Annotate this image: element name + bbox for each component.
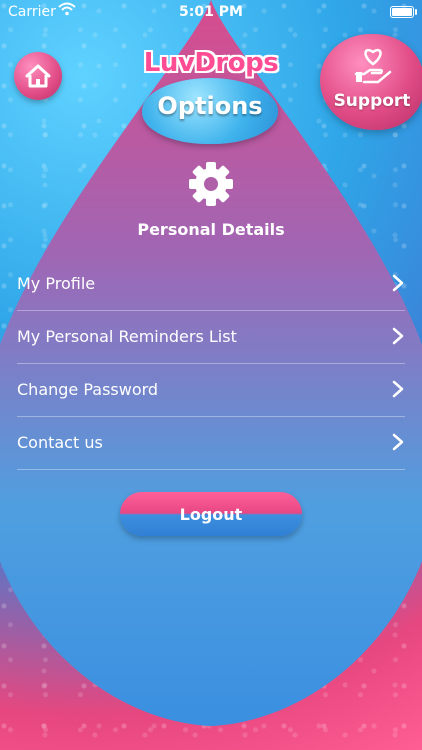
section-title: Personal Details <box>137 220 285 239</box>
home-button[interactable] <box>14 52 62 100</box>
app-logo: LuvDrops Options <box>136 48 286 148</box>
chevron-right-icon <box>392 327 404 345</box>
menu-item-contact-us[interactable]: Contact us <box>17 417 405 470</box>
chevron-right-icon <box>392 274 404 292</box>
menu-item-label: My Profile <box>17 274 96 293</box>
chevron-right-icon <box>392 433 404 451</box>
menu-item-label: Contact us <box>17 433 103 452</box>
battery-icon <box>390 6 417 18</box>
menu-item-label: Change Password <box>17 380 159 399</box>
menu-item-my-profile[interactable]: My Profile <box>17 258 405 311</box>
page-title: Options <box>157 92 263 120</box>
brand-name: LuvDrops <box>143 48 279 78</box>
chevron-right-icon <box>392 380 404 398</box>
menu-item-reminders-list[interactable]: My Personal Reminders List <box>17 311 405 364</box>
support-label: Support <box>333 91 411 111</box>
options-menu: My Profile My Personal Reminders List Ch… <box>0 258 422 470</box>
status-bar: Carrier 5:01 PM <box>0 0 422 24</box>
home-icon <box>25 64 51 88</box>
gear-icon <box>189 162 233 206</box>
menu-item-label: My Personal Reminders List <box>17 327 237 346</box>
menu-item-change-password[interactable]: Change Password <box>17 364 405 417</box>
support-button[interactable]: Support <box>320 34 422 130</box>
logout-button[interactable]: Logout <box>120 492 302 536</box>
heart-hand-icon <box>354 48 392 84</box>
clock: 5:01 PM <box>179 4 243 20</box>
